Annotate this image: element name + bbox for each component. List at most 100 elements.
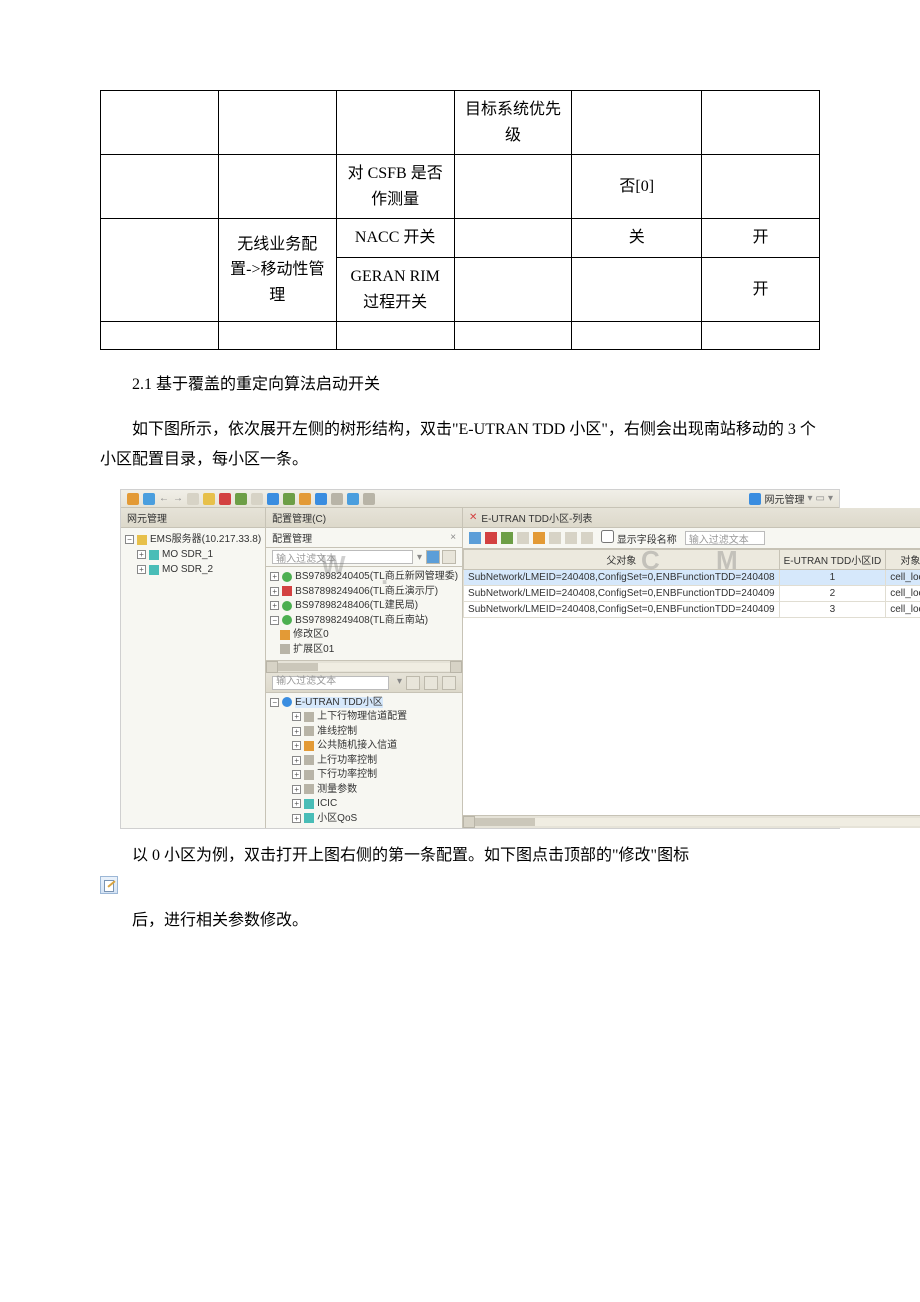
mid-tree-node[interactable]: +BS97898240405(TL商丘新网管理委) (270, 570, 458, 585)
bar-icon[interactable] (549, 532, 561, 544)
right-hscroll[interactable] (463, 816, 920, 828)
collapse-button[interactable] (406, 676, 420, 690)
search-placeholder: 输入过滤文本 (276, 675, 336, 690)
mid-tree-node[interactable]: 扩展区01 (270, 643, 458, 658)
cell-nacc-switch: NACC 开关 (336, 219, 454, 258)
ne-manage-icon[interactable] (749, 493, 761, 505)
table-row: 目标系统优先级 (101, 91, 820, 155)
table-row: 无线业务配置->移动性管理 NACC 开关 关 开 (101, 219, 820, 258)
toolbar-icon[interactable] (315, 493, 327, 505)
col-parent[interactable]: 父对象 (464, 550, 780, 570)
node-label: 上行功率控制 (317, 755, 377, 766)
node-label: E-UTRAN TDD小区 (295, 697, 383, 708)
dropdown-icon[interactable]: ▾ (397, 675, 402, 690)
ne-manage-label[interactable]: 网元管理 (764, 491, 804, 506)
toolbar-icon[interactable] (143, 493, 155, 505)
cell-geran-on: 开 (702, 257, 820, 321)
bar-icon[interactable] (581, 532, 593, 544)
mid-tree-leaf[interactable]: +准线控制 (270, 725, 458, 740)
mid-tree-node[interactable]: 修改区0 (270, 628, 458, 643)
mid-tab: 配置管理 × (266, 528, 462, 548)
cell-geran-rim: GERAN RIM过程开关 (336, 257, 454, 321)
show-fieldname-checkbox[interactable] (601, 530, 614, 543)
toolbar-icon[interactable] (363, 493, 375, 505)
tree-root[interactable]: −EMS服务器(10.217.33.8) (125, 532, 261, 547)
right-tab-close-icon[interactable]: ✕ (469, 512, 477, 523)
node-label: 公共随机接入信道 (317, 740, 397, 751)
mid-tree-leaf[interactable]: +EMLP (270, 826, 458, 828)
mid-tree-leaf[interactable]: +ICIC (270, 797, 458, 812)
search-mode-button[interactable] (442, 550, 456, 564)
mid-search-input[interactable]: 输入过滤文本 (272, 550, 413, 564)
paragraph: 如下图所示，依次展开左侧的树形结构，双击"E-UTRAN TDD 小区"，右侧会… (100, 415, 820, 476)
node-label: 修改区0 (293, 629, 329, 640)
toolbar-icon[interactable] (203, 493, 215, 505)
mid-tree-selected[interactable]: −E-UTRAN TDD小区 (270, 696, 458, 711)
toolbar-icon[interactable] (347, 493, 359, 505)
tree-item[interactable]: +MO SDR_1 (125, 547, 261, 562)
bar-icon[interactable] (501, 532, 513, 544)
mid-tree-leaf[interactable]: +小区QoS (270, 812, 458, 827)
expand-button[interactable] (424, 676, 438, 690)
bar-icon[interactable] (517, 532, 529, 544)
cell-target-priority: 目标系统优先级 (454, 91, 572, 155)
mid-tree-bottom: −E-UTRAN TDD小区 +上下行物理信道配置+准线控制+公共随机接入信道+… (266, 693, 462, 829)
toolbar-icon[interactable] (283, 493, 295, 505)
bar-icon[interactable] (485, 532, 497, 544)
right-filter-input[interactable]: 输入过滤文本 (685, 531, 765, 545)
toolbar-icon[interactable] (219, 493, 231, 505)
filter-placeholder: 输入过滤文本 (689, 531, 749, 546)
bar-icon[interactable] (533, 532, 545, 544)
section-heading: 2.1 基于覆盖的重定向算法启动开关 (100, 370, 820, 400)
table-row[interactable]: SubNetwork/LMEID=240408,ConfigSet=0,ENBF… (464, 570, 920, 586)
mid-tree-leaf[interactable]: +测量参数 (270, 783, 458, 798)
right-tab-label[interactable]: E-UTRAN TDD小区-列表 (481, 510, 592, 525)
table-row: 对 CSFB 是否作测量 否[0] (101, 155, 820, 219)
parameters-table: 目标系统优先级 对 CSFB 是否作测量 否[0] 无线业务配置->移动性管理 … (100, 90, 820, 350)
mid-hscroll[interactable] (266, 660, 462, 672)
mid-tree-node[interactable]: +BS87898249406(TL商丘演示厅) (270, 585, 458, 600)
toolbar-icon[interactable] (127, 493, 139, 505)
toolbar-icon[interactable] (267, 493, 279, 505)
show-fieldname-label: 显示字段名称 (617, 535, 677, 546)
bar-icon[interactable] (565, 532, 577, 544)
toolbar-icon[interactable] (299, 493, 311, 505)
paragraph: 后，进行相关参数修改。 (100, 906, 820, 936)
node-label: 准线控制 (317, 726, 357, 737)
left-panel-title: 网元管理 (121, 508, 265, 528)
table-row[interactable]: SubNetwork/LMEID=240408,ConfigSet=0,ENBF… (464, 586, 920, 602)
search-placeholder: 输入过滤文本 (276, 550, 336, 565)
table-row[interactable]: SubNetwork/LMEID=240408,ConfigSet=0,ENBF… (464, 602, 920, 618)
search-button[interactable] (426, 550, 440, 564)
tab-close-icon[interactable]: × (450, 532, 456, 543)
mid-tree-node[interactable]: +BS97898248406(TL建民局) (270, 599, 458, 614)
node-label: 上下行物理信道配置 (317, 711, 407, 722)
toolbar-icon[interactable] (251, 493, 263, 505)
config-screenshot: ←→ 网元管理 ▾ ▭ ▾ (120, 489, 840, 829)
cell-nacc-off: 关 (572, 219, 702, 258)
node-label: BS97898248406(TL建民局) (295, 600, 418, 611)
screenshot-toolbar: ←→ 网元管理 ▾ ▭ ▾ (121, 490, 839, 508)
col-cellid[interactable]: E-UTRAN TDD小区ID (779, 550, 886, 570)
mid-tree-leaf[interactable]: +下行功率控制 (270, 768, 458, 783)
mid-tree-leaf[interactable]: +上下行物理信道配置 (270, 710, 458, 725)
tree-item[interactable]: +MO SDR_2 (125, 562, 261, 577)
node-label: BS97898240405(TL商丘新网管理委) (295, 571, 458, 582)
mid-tree-node[interactable]: −BS97898249408(TL商丘南站) (270, 614, 458, 629)
mid-tab-label[interactable]: 配置管理 (272, 530, 312, 545)
mid-tree-leaf[interactable]: +上行功率控制 (270, 754, 458, 769)
node-label: 下行功率控制 (317, 769, 377, 780)
cell-csfb-measure: 对 CSFB 是否作测量 (336, 155, 454, 219)
edit-icon (100, 876, 118, 894)
toolbar-icon[interactable] (331, 493, 343, 505)
toolbar-icon[interactable] (235, 493, 247, 505)
toolbar-icon[interactable] (187, 493, 199, 505)
close-icon[interactable]: ▾ (828, 493, 833, 504)
col-desc[interactable]: 对象描述 (886, 550, 920, 570)
mid-search-input-2[interactable]: 输入过滤文本 (272, 676, 389, 690)
bar-icon[interactable] (469, 532, 481, 544)
dropdown-icon[interactable]: ▾ (417, 552, 422, 563)
minimize-icon[interactable]: ▭ (816, 493, 825, 504)
refresh-button[interactable] (442, 676, 456, 690)
mid-tree-leaf[interactable]: +公共随机接入信道 (270, 739, 458, 754)
